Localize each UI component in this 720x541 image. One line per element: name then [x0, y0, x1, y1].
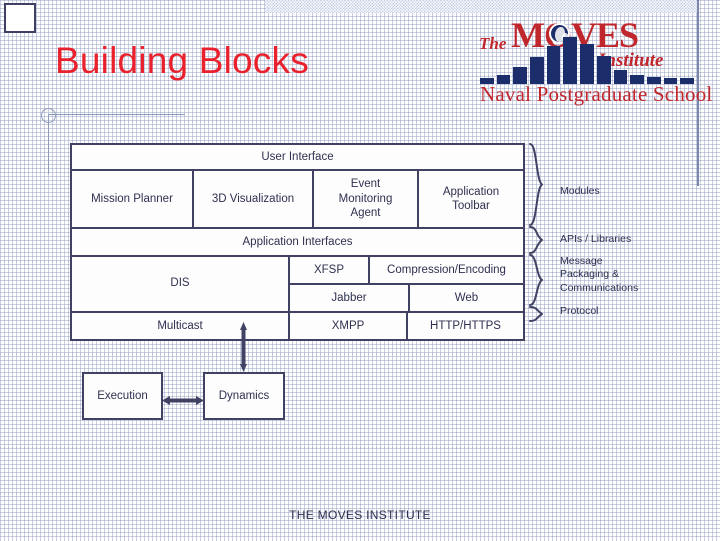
cell-dis: DIS [72, 257, 288, 309]
grid-line-vertical [24, 0, 25, 540]
logo-histogram-bar [563, 37, 578, 84]
logo-histogram-bar [580, 44, 594, 84]
dis-subrow-bottom: Jabber Web [290, 283, 523, 311]
logo-histogram-icon [480, 36, 694, 84]
corner-placeholder-square [4, 3, 36, 33]
cell-application-toolbar: Application Toolbar [417, 171, 523, 227]
layer-modules: Mission Planner 3D Visualization Event M… [72, 169, 523, 227]
brace-shapes [529, 143, 543, 322]
cell-event-monitoring-agent: Event Monitoring Agent [312, 171, 417, 227]
cell-jabber: Jabber [290, 285, 408, 311]
box-execution: Execution [82, 372, 163, 420]
cell-xmpp: XMPP [288, 313, 406, 339]
architecture-stack: User Interface Mission Planner 3D Visual… [70, 143, 525, 341]
brace-group [527, 143, 549, 322]
arrow-stack-to-dynamics [240, 322, 247, 372]
vertical-double-arrow-icon [240, 322, 247, 372]
layer-application-interfaces: Application Interfaces [72, 227, 523, 255]
box-dynamics: Dynamics [203, 372, 285, 420]
cell-xfsp: XFSP [290, 257, 368, 283]
grid-line-horizontal [0, 121, 720, 122]
logo-histogram-bar [530, 57, 544, 84]
dis-right-group: XFSP Compression/Encoding Jabber Web [288, 257, 523, 311]
arrow-execution-dynamics [162, 392, 204, 405]
page-title: Building Blocks [55, 40, 309, 81]
logo-histogram-bar [546, 46, 561, 84]
brace-label-protocol: Protocol [560, 305, 599, 317]
title-underline [48, 114, 185, 115]
cell-multicast: Multicast [72, 313, 288, 339]
slide-footer: THE MOVES INSTITUTE [289, 508, 431, 522]
cell-application-interfaces: Application Interfaces [72, 229, 523, 255]
moves-institute-logo: The MOVES Institute Naval Postgraduate S… [478, 12, 712, 106]
logo-school-text: Naval Postgraduate School [480, 82, 713, 106]
layer-message-packaging: DIS XFSP Compression/Encoding Jabber Web [72, 255, 523, 311]
grid-line-horizontal [0, 447, 720, 448]
layer-protocol: Multicast XMPP HTTP/HTTPS [72, 311, 523, 339]
cell-mission-planner: Mission Planner [72, 171, 192, 227]
brace-label-message-packaging: Message Packaging & Communications [560, 255, 639, 294]
cell-3d-visualization: 3D Visualization [192, 171, 312, 227]
cell-user-interface: User Interface [72, 145, 523, 169]
layer-user-interface: User Interface [72, 145, 523, 169]
dis-subrow-top: XFSP Compression/Encoding [290, 257, 523, 283]
brace-label-apis-libraries: APIs / Libraries [560, 233, 632, 245]
cell-web: Web [408, 285, 523, 311]
brace-label-modules: Modules [560, 185, 600, 197]
logo-histogram-bar [596, 56, 611, 84]
grid-line-horizontal [0, 354, 720, 355]
horizontal-double-arrow-icon [162, 396, 204, 405]
cell-http-https: HTTP/HTTPS [406, 313, 523, 339]
cell-compression-encoding: Compression/Encoding [368, 257, 523, 283]
title-vertical-line [48, 114, 49, 174]
grid-line-horizontal [0, 493, 720, 494]
crosshair-marker-icon [41, 108, 56, 123]
